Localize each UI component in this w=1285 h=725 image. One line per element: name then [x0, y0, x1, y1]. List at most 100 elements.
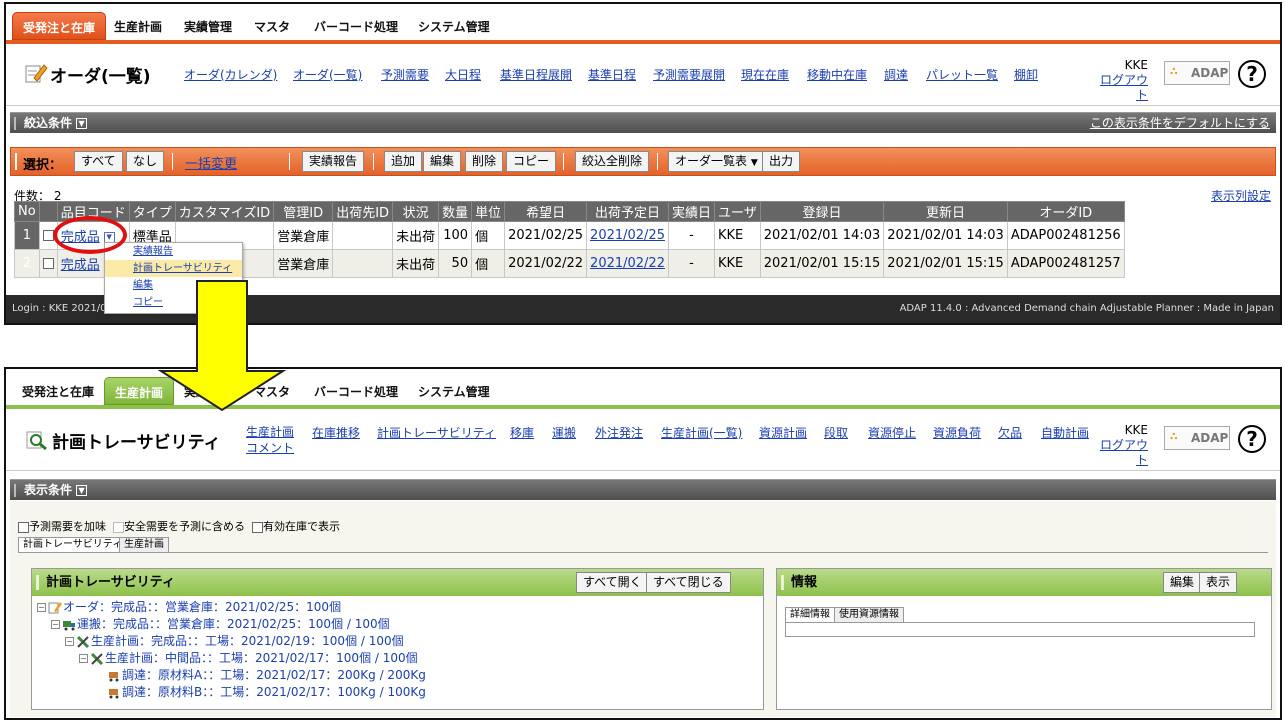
nav-auto-plan[interactable]: 自動計画 — [1041, 424, 1089, 441]
column-header[interactable]: タイプ — [128, 201, 176, 222]
column-header[interactable]: 出荷予定日 — [586, 201, 669, 222]
column-settings-link[interactable]: 表示列設定 — [1211, 187, 1271, 204]
tab-system[interactable]: システム管理 — [408, 377, 500, 405]
collapse-icon[interactable]: − — [65, 637, 74, 646]
filter-bar[interactable]: 絞込条件 ▼ この表示条件をデフォルトにする — [10, 112, 1276, 133]
column-header[interactable]: 登録日 — [759, 201, 885, 222]
tab-master[interactable]: マスタ — [244, 12, 300, 40]
column-header[interactable]: カスタマイズID — [174, 201, 275, 222]
menu-item-report[interactable]: 実績報告 — [105, 243, 242, 260]
chevron-down-icon[interactable]: ▼ — [76, 118, 88, 129]
logout-link[interactable]: ログアウト — [1100, 438, 1148, 467]
nav-order-list[interactable]: オーダ(一覧) — [293, 66, 362, 83]
menu-item-plan-trace[interactable]: 計画トレーサビリティ — [105, 260, 242, 277]
tab-master[interactable]: マスタ — [244, 377, 300, 405]
tree-node-procurement-a[interactable]: 調達：原材料A：：工場：2021/02/17：200Kg / 200Kg — [37, 667, 426, 684]
nav-transport[interactable]: 運搬 — [552, 424, 576, 441]
column-header[interactable]: No — [14, 201, 40, 222]
nav-base-expand[interactable]: 基準日程展開 — [500, 66, 572, 83]
collapse-icon[interactable]: − — [37, 603, 46, 612]
subtab-production-plan[interactable]: 生産計画 — [119, 537, 169, 553]
delete-button[interactable]: 削除 — [465, 151, 504, 172]
expand-all-button[interactable]: すべて開く — [576, 572, 649, 593]
column-header[interactable]: オーダID — [1006, 201, 1125, 222]
output-button[interactable]: 出力 — [762, 151, 801, 172]
tab-results[interactable]: 実績管理 — [174, 377, 242, 405]
column-header[interactable]: ユーザ — [714, 201, 761, 222]
clear-filter-button[interactable]: 絞込全削除 — [575, 151, 650, 172]
column-header[interactable]: 更新日 — [883, 201, 1008, 222]
logout-link[interactable]: ログアウト — [1100, 73, 1148, 102]
ship-date-link[interactable]: 2021/02/25 — [590, 228, 665, 243]
tab-barcode[interactable]: バーコード処理 — [304, 12, 408, 40]
forecast-checkbox[interactable] — [18, 521, 29, 533]
tree-node-production-intermediate[interactable]: − 生産計画：中間品：：工場：2021/02/17：100個 / 100個 — [37, 650, 426, 667]
tab-production-plan[interactable]: 生産計画 — [104, 12, 172, 40]
column-header[interactable]: 数量 — [438, 201, 473, 222]
select-none-button[interactable]: なし — [126, 151, 165, 172]
column-header[interactable]: 実績日 — [667, 201, 716, 222]
subtab-plan-trace[interactable]: 計画トレーサビリティ — [18, 537, 128, 553]
nav-stocktake[interactable]: 棚卸 — [1014, 66, 1038, 83]
nav-shortage[interactable]: 欠品 — [998, 424, 1022, 441]
info-edit-button[interactable]: 編集 — [1163, 572, 1202, 593]
nav-resource-plan[interactable]: 資源計画 — [759, 424, 807, 441]
chevron-down-icon[interactable]: ▼ — [76, 485, 88, 496]
nav-pallet-list[interactable]: パレット一覧 — [926, 66, 998, 83]
nav-forecast-expand[interactable]: 予測需要展開 — [653, 66, 725, 83]
display-condition-bar[interactable]: 表示条件 ▼ — [10, 479, 1276, 500]
nav-current-stock[interactable]: 現在在庫 — [741, 66, 789, 83]
copy-button[interactable]: コピー — [506, 151, 557, 172]
column-header[interactable]: 単位 — [471, 201, 506, 222]
menu-item-copy[interactable]: コピー — [105, 294, 242, 311]
edit-button[interactable]: 編集 — [423, 151, 462, 172]
ship-date-link[interactable]: 2021/02/22 — [590, 256, 665, 271]
column-header[interactable]: 管理ID — [273, 201, 334, 222]
view-select[interactable]: オーダ一覧表 ▼ — [668, 151, 763, 172]
nav-base-schedule[interactable]: 基準日程 — [588, 66, 636, 83]
info-show-button[interactable]: 表示 — [1199, 572, 1238, 593]
tree-node-production-finished[interactable]: − 生産計画：完成品：：工場：2021/02/19：100個 / 100個 — [37, 633, 426, 650]
info-tab-detail[interactable]: 詳細情報 — [785, 607, 835, 623]
tab-order-inventory[interactable]: 受発注と在庫 — [12, 12, 107, 40]
nav-order-calendar[interactable]: オーダ(カレンダ) — [184, 66, 277, 83]
set-default-link[interactable]: この表示条件をデフォルトにする — [1090, 113, 1270, 134]
menu-item-edit[interactable]: 編集 — [105, 277, 242, 294]
nav-resource-stop[interactable]: 資源停止 — [868, 424, 916, 441]
report-button[interactable]: 実績報告 — [302, 151, 365, 172]
nav-procurement[interactable]: 調達 — [884, 66, 908, 83]
help-icon[interactable]: ? — [1238, 425, 1266, 453]
tab-production-plan[interactable]: 生産計画 — [104, 377, 175, 405]
nav-transit-stock[interactable]: 移動中在庫 — [807, 66, 867, 83]
add-button[interactable]: 追加 — [384, 151, 423, 172]
tree-node-order[interactable]: − オーダ：完成品：：営業倉庫：2021/02/25：100個 — [37, 599, 426, 616]
tree-node-procurement-b[interactable]: 調達：原材料B：：工場：2021/02/17：100Kg / 100Kg — [37, 684, 426, 701]
info-tab-resource[interactable]: 使用資源情報 — [834, 607, 904, 623]
column-header[interactable]: 希望日 — [504, 201, 588, 222]
collapse-icon[interactable]: − — [79, 654, 88, 663]
select-all-button[interactable]: すべて — [74, 151, 123, 172]
bulk-change-link[interactable]: 一括変更 — [185, 153, 237, 172]
nav-transfer[interactable]: 移庫 — [510, 424, 534, 441]
column-header[interactable]: 状況 — [392, 201, 440, 222]
nav-plan-list[interactable]: 生産計画(一覧) — [661, 424, 742, 441]
safety-checkbox[interactable] — [113, 521, 124, 533]
available-stock-checkbox[interactable] — [252, 521, 263, 533]
nav-production-plan[interactable]: 生産計画 — [246, 425, 294, 439]
nav-comment[interactable]: コメント — [246, 441, 294, 455]
tab-barcode[interactable]: バーコード処理 — [304, 377, 408, 405]
tab-order-inventory[interactable]: 受発注と在庫 — [12, 377, 104, 405]
nav-master-schedule[interactable]: 大日程 — [445, 66, 481, 83]
nav-plan-trace[interactable]: 計画トレーサビリティ — [377, 424, 496, 441]
row-checkbox[interactable] — [42, 258, 54, 269]
help-icon[interactable]: ? — [1238, 60, 1266, 88]
tab-system[interactable]: システム管理 — [408, 12, 500, 40]
tab-results[interactable]: 実績管理 — [174, 12, 242, 40]
item-code-link[interactable]: 完成品 — [61, 258, 100, 273]
nav-forecast[interactable]: 予測需要 — [381, 66, 429, 83]
tree-node-transport[interactable]: − 運搬：完成品：：営業倉庫：2021/02/25：100個 / 100個 — [37, 616, 426, 633]
nav-resource-load[interactable]: 資源負荷 — [933, 424, 981, 441]
nav-setup[interactable]: 段取 — [824, 424, 848, 441]
column-header[interactable] — [38, 201, 58, 222]
collapse-all-button[interactable]: すべて閉じる — [646, 572, 731, 593]
